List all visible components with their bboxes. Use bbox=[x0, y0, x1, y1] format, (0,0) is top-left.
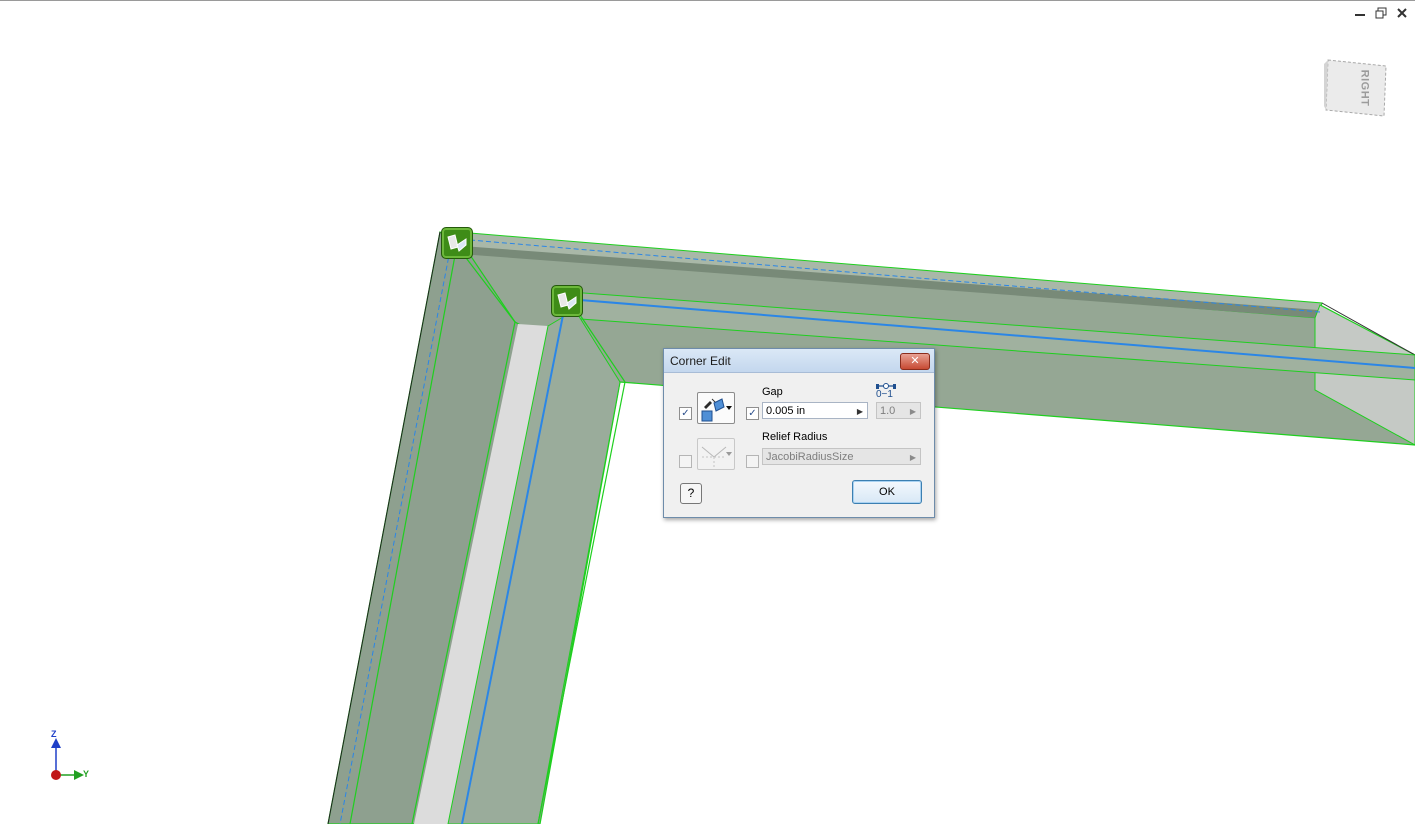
corner-joint-icon bbox=[447, 234, 467, 252]
ratio-input: 1.0 ▶ bbox=[876, 402, 921, 419]
viewcube-face-label: RIGHT bbox=[1358, 69, 1371, 107]
relief-radius-value: JacobiRadiusSize bbox=[766, 451, 854, 463]
help-icon: ? bbox=[687, 486, 695, 500]
dialog-close-button[interactable]: ✕ bbox=[900, 353, 930, 370]
relief-radius-input: JacobiRadiusSize ▶ bbox=[762, 448, 921, 465]
ratio-value: 1.0 bbox=[880, 405, 896, 417]
corner-glyph-inner[interactable] bbox=[551, 285, 583, 317]
dialog-titlebar[interactable]: Corner Edit ✕ bbox=[664, 349, 934, 373]
triad-z-label: Z bbox=[51, 729, 57, 739]
viewcube[interactable]: RIGHT bbox=[1324, 58, 1388, 118]
relief-radius-checkbox[interactable] bbox=[746, 455, 759, 468]
ratio-menu-arrow-icon: ▶ bbox=[909, 407, 916, 416]
relief-radius-label: Relief Radius bbox=[762, 431, 828, 443]
triad-y-label: Y bbox=[83, 769, 90, 779]
gap-checkbox[interactable]: ✓ bbox=[746, 407, 759, 420]
window-controls bbox=[1353, 6, 1409, 20]
close-button[interactable] bbox=[1395, 6, 1409, 20]
restore-icon bbox=[1375, 7, 1387, 19]
triad-axes bbox=[51, 738, 84, 780]
corner-type-checkbox[interactable]: ✓ bbox=[679, 407, 692, 420]
gap-input[interactable]: 0.005 in ▶ bbox=[762, 402, 868, 419]
graphics-viewport[interactable]: RIGHT Z Y Corner Edit ✕ ✓ ✓ Gap 0.005 in… bbox=[0, 0, 1415, 824]
restore-button[interactable] bbox=[1374, 6, 1388, 20]
ok-button[interactable]: OK bbox=[852, 480, 922, 504]
viewcube-cube bbox=[1324, 59, 1387, 117]
corner-seam-icon bbox=[701, 398, 732, 422]
corner-type-split-button[interactable] bbox=[697, 392, 735, 424]
relief-radius-menu-arrow-icon: ▶ bbox=[909, 453, 916, 462]
close-icon: ✕ bbox=[910, 355, 920, 367]
close-icon bbox=[1397, 8, 1407, 18]
minimize-icon bbox=[1355, 14, 1365, 16]
corner-edit-dialog: Corner Edit ✕ ✓ ✓ Gap 0.005 in ▶ 0−1 1.0… bbox=[663, 348, 935, 518]
minimize-button[interactable] bbox=[1353, 6, 1367, 20]
dialog-title: Corner Edit bbox=[670, 354, 731, 368]
ratio-icon-label: 0−1 bbox=[876, 389, 893, 400]
gap-label: Gap bbox=[762, 386, 783, 398]
relief-type-split-button bbox=[697, 438, 735, 470]
gap-menu-arrow-icon[interactable]: ▶ bbox=[857, 403, 863, 420]
corner-glyph-outer[interactable] bbox=[441, 227, 473, 259]
relief-type-checkbox[interactable] bbox=[679, 455, 692, 468]
coordinate-triad: Z Y bbox=[44, 729, 96, 788]
gap-value: 0.005 in bbox=[766, 405, 806, 417]
relief-shape-icon bbox=[701, 446, 732, 467]
help-button[interactable]: ? bbox=[680, 483, 702, 504]
corner-joint-icon bbox=[557, 292, 577, 310]
